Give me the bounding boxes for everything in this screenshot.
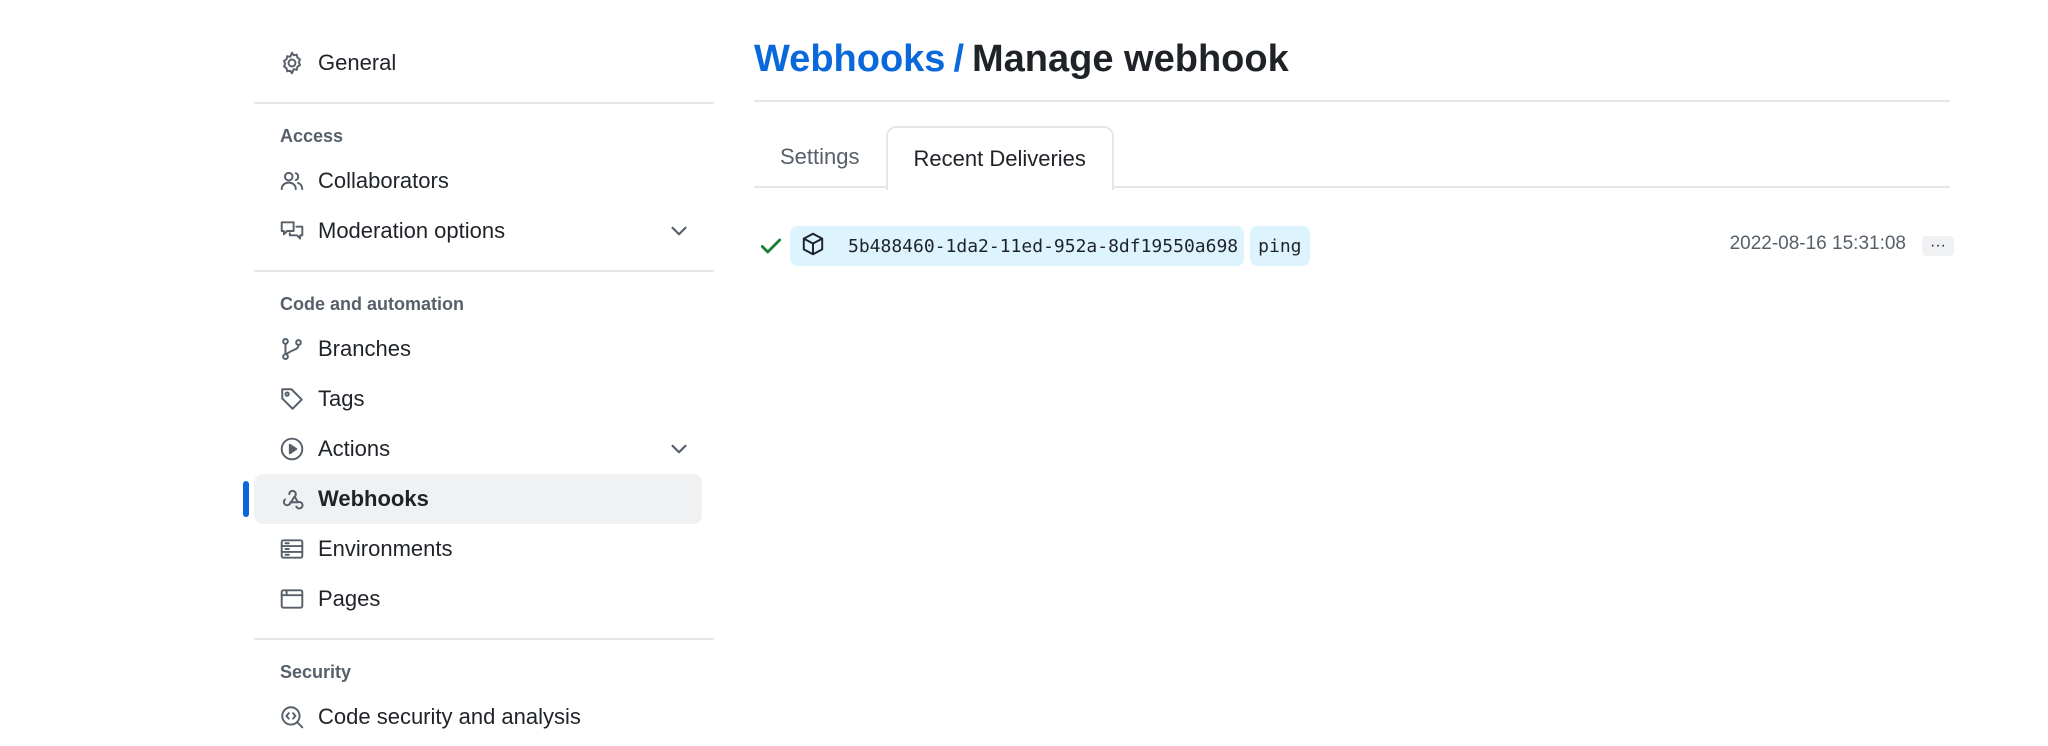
browser-icon	[278, 585, 306, 613]
settings-sidebar: General Access Collaborators Moderation …	[243, 38, 714, 742]
tab-recent-deliveries[interactable]: Recent Deliveries	[885, 126, 1114, 190]
page-title-text: Manage webhook	[972, 37, 1289, 80]
sidebar-item-label: Collaborators	[318, 168, 449, 193]
sidebar-item-label: General	[318, 50, 397, 75]
tab-bar: Settings Recent Deliveries	[754, 126, 1950, 190]
sidebar-item-general[interactable]: General	[254, 38, 702, 88]
webhook-icon	[278, 485, 306, 513]
sidebar-item-actions[interactable]: Actions	[254, 424, 702, 474]
sidebar-section-security: Security	[280, 661, 352, 682]
git-branch-icon	[278, 335, 306, 363]
sidebar-item-label: Moderation options	[318, 218, 506, 243]
page-title: Webhooks / Manage webhook	[754, 30, 1950, 88]
delivery-event-badge: ping	[1250, 226, 1310, 266]
sidebar-item-label: Environments	[318, 536, 453, 561]
people-icon	[278, 167, 306, 195]
sidebar-item-environments[interactable]: Environments	[254, 524, 702, 574]
breadcrumb-webhooks[interactable]: Webhooks	[754, 38, 945, 81]
sidebar-item-label: Branches	[318, 336, 411, 361]
check-icon	[754, 229, 788, 263]
delivery-row[interactable]: 5b488460-1da2-11ed-952a-8df19550a698 pin…	[754, 224, 1954, 268]
package-icon	[800, 231, 826, 262]
gear-icon	[278, 49, 306, 77]
server-icon	[278, 535, 306, 563]
sidebar-item-branches[interactable]: Branches	[254, 324, 702, 374]
sidebar-item-code-security[interactable]: Code security and analysis	[254, 692, 702, 742]
delivery-guid: 5b488460-1da2-11ed-952a-8df19550a698	[848, 235, 1239, 257]
chevron-down-icon[interactable]	[666, 218, 692, 244]
sidebar-divider	[254, 102, 714, 104]
sidebar-item-webhooks[interactable]: Webhooks	[243, 474, 702, 524]
chevron-down-icon[interactable]	[666, 436, 692, 462]
sidebar-section-access: Access	[280, 125, 344, 146]
codescan-icon	[278, 703, 306, 731]
comment-discussion-icon	[278, 217, 306, 245]
play-icon	[278, 435, 306, 463]
sidebar-item-label: Webhooks	[318, 486, 429, 511]
sidebar-item-label: Actions	[318, 436, 391, 461]
tag-icon	[278, 385, 306, 413]
sidebar-item-moderation-options[interactable]: Moderation options	[254, 206, 702, 256]
kebab-horizontal-button[interactable]: ···	[1922, 236, 1954, 256]
sidebar-divider	[254, 270, 714, 272]
main-content: Webhooks / Manage webhook Settings Recen…	[754, 30, 1954, 268]
delivery-timestamp: 2022-08-16 15:31:08	[1729, 233, 1906, 254]
sidebar-item-pages[interactable]: Pages	[254, 574, 702, 624]
sidebar-section-code-and-automation: Code and automation	[280, 293, 464, 314]
title-divider	[754, 100, 1950, 102]
sidebar-item-label: Pages	[318, 586, 381, 611]
sidebar-divider	[254, 638, 714, 640]
tab-settings[interactable]: Settings	[754, 126, 886, 188]
sidebar-item-tags[interactable]: Tags	[254, 374, 702, 424]
breadcrumb-separator: /	[953, 37, 964, 80]
sidebar-item-label: Code security and analysis	[318, 704, 581, 729]
sidebar-item-label: Tags	[318, 386, 365, 411]
sidebar-item-collaborators[interactable]: Collaborators	[254, 156, 702, 206]
delivery-guid-pill[interactable]: 5b488460-1da2-11ed-952a-8df19550a698	[790, 226, 1245, 266]
